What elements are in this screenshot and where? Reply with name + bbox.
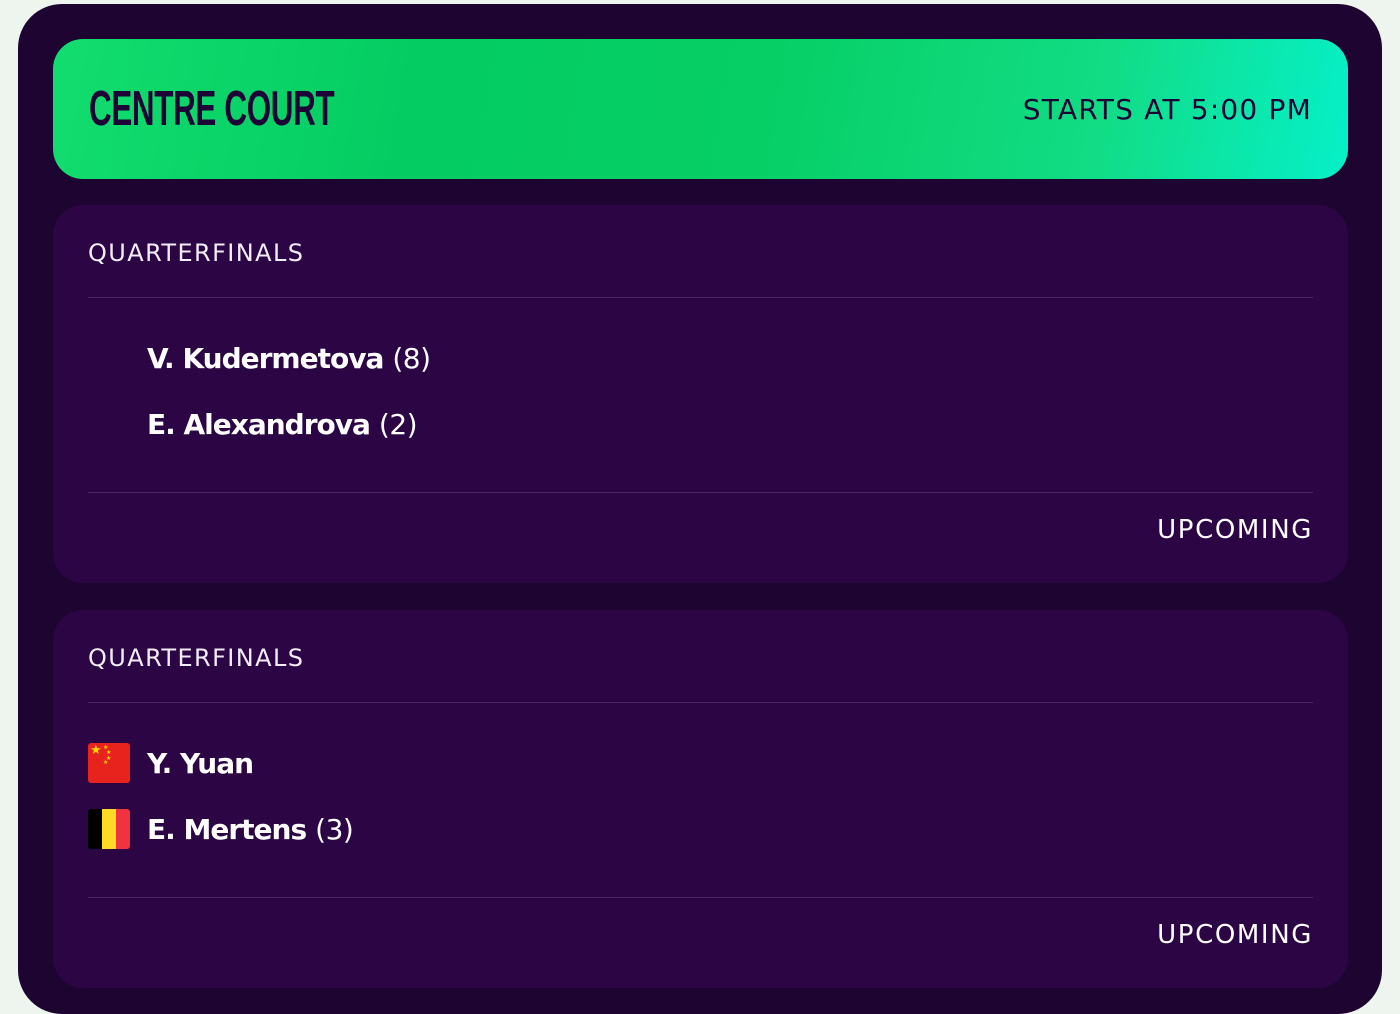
court-schedule-panel: CENTRE COURT STARTS AT 5:00 PM QUARTERFI… [18,4,1382,1014]
player-row: E. Alexandrova (2) [88,404,418,444]
flag-placeholder [88,338,130,378]
divider [88,492,1313,493]
divider [88,297,1313,298]
divider [88,897,1313,898]
flag-placeholder [88,404,130,444]
divider [88,702,1313,703]
player-seed: (8) [392,341,431,375]
match-status: UPCOMING [1157,515,1313,545]
court-header: CENTRE COURT STARTS AT 5:00 PM [53,39,1348,179]
belgium-flag-icon [88,809,130,849]
player-seed: (2) [378,407,418,441]
round-label: QUARTERFINALS [88,239,305,267]
player-seed: (3) [315,812,354,846]
court-title: CENTRE COURT [89,82,335,136]
player-name: E. Alexandrova [147,407,371,441]
player-name: E. Mertens [147,812,307,846]
round-label: QUARTERFINALS [88,644,305,672]
match-status: UPCOMING [1157,920,1313,950]
player-row: V. Kudermetova (8) [88,338,431,378]
match-card[interactable]: QUARTERFINALS V. Kudermetova (8) E. Alex… [53,205,1348,583]
court-start-time: STARTS AT 5:00 PM [1022,92,1312,126]
player-name: Y. Yuan [147,746,254,780]
china-flag-icon: ★ ★ ★ ★ ★ [88,743,130,783]
player-row: ★ ★ ★ ★ ★ Y. Yuan [88,743,262,783]
player-name: V. Kudermetova [147,341,384,375]
player-row: E. Mertens (3) [88,809,354,849]
match-card[interactable]: QUARTERFINALS ★ ★ ★ ★ ★ Y. Yuan E. Merte… [53,610,1348,988]
